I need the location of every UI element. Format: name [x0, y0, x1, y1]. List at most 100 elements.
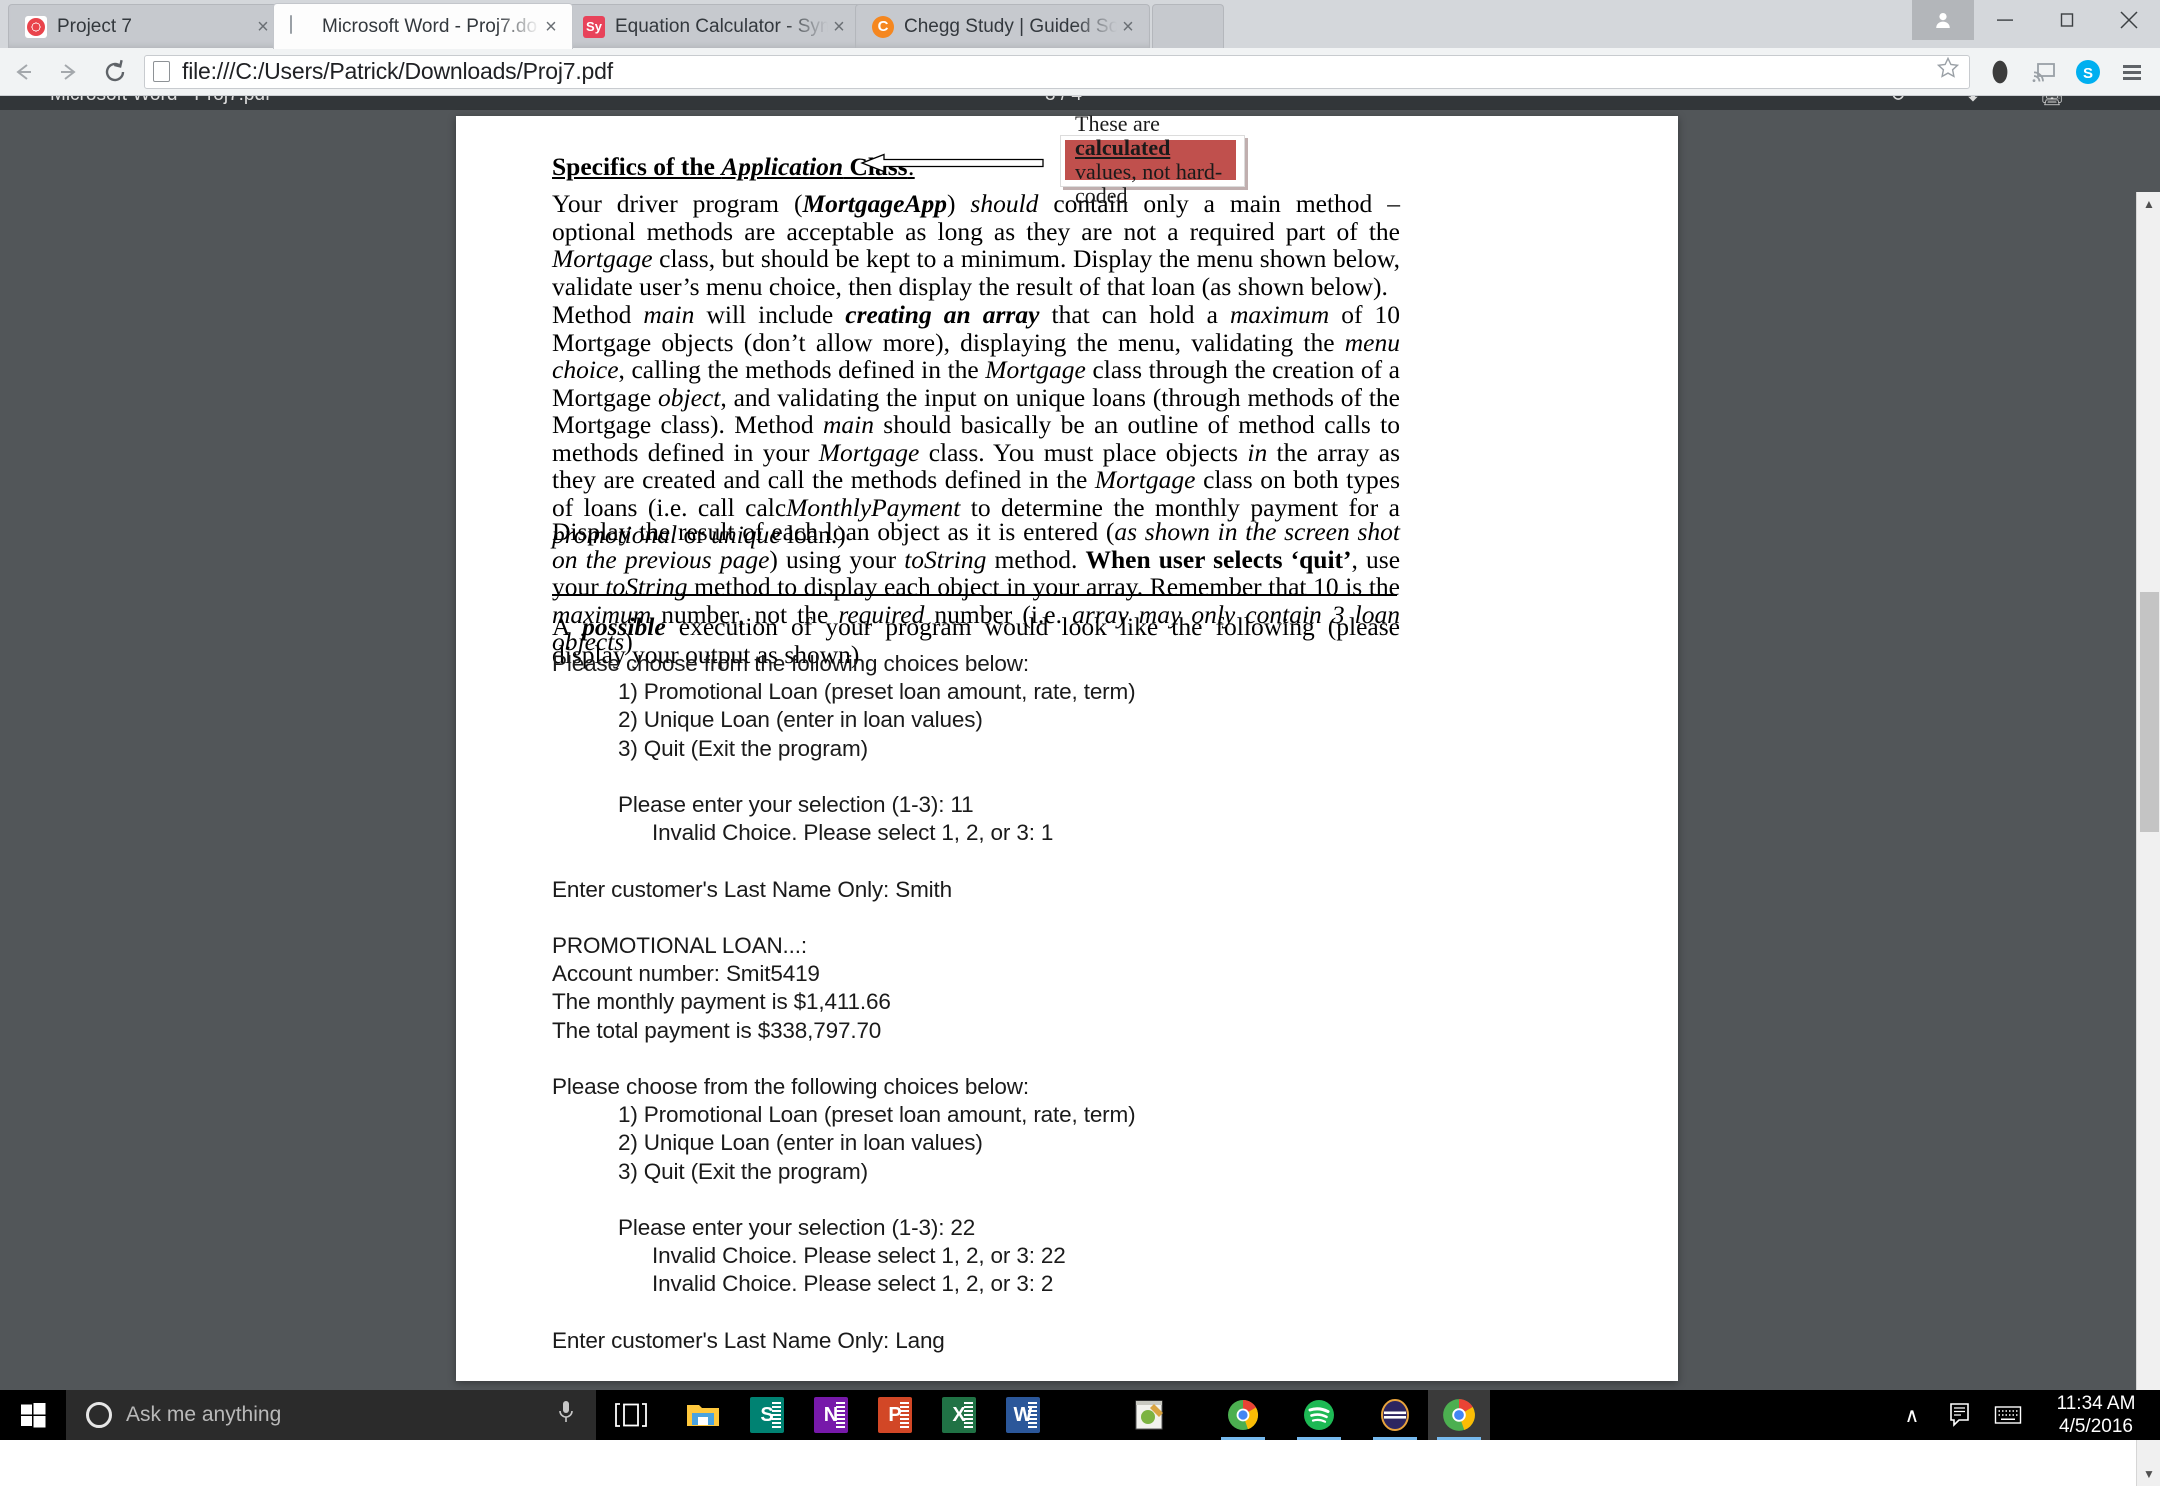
scroll-down-arrow[interactable]: ▼ — [2137, 1462, 2160, 1486]
taskbar-app-file-explorer[interactable] — [672, 1390, 734, 1440]
console-output-line: 1) Promotional Loan (preset loan amount,… — [618, 1102, 1136, 1128]
heading-part1: Specifics of the — [552, 152, 722, 181]
console-output-line: Please choose from the following choices… — [552, 1074, 1029, 1099]
console-output-line: Enter customer's Last Name Only: Smith — [552, 876, 952, 902]
clock[interactable]: 11:34 AM 4/5/2016 — [2032, 1390, 2160, 1440]
callout-text-pre: These are — [1075, 111, 1160, 136]
clock-time: 11:34 AM — [2056, 1393, 2136, 1414]
taskbar-app-onenote[interactable]: N — [800, 1390, 862, 1440]
taskbar-app-powerpoint[interactable]: P — [864, 1390, 926, 1440]
text-run: When user selects ‘quit’ — [1085, 544, 1352, 574]
text-run: method to display each object in your ar… — [687, 572, 1400, 601]
text-run: maximum — [1229, 300, 1330, 329]
maximize-button[interactable] — [2036, 0, 2098, 40]
url-text: file:///C:/Users/Patrick/Downloads/Proj7… — [182, 58, 613, 84]
task-view-icon[interactable] — [600, 1390, 662, 1440]
text-run: will include — [694, 300, 846, 329]
cast-icon[interactable] — [2022, 50, 2066, 94]
profile-icon[interactable] — [1912, 0, 1974, 40]
vertical-scrollbar[interactable]: ▲ ▼ — [2136, 192, 2160, 1486]
hamburger-menu-icon[interactable] — [2110, 50, 2154, 94]
keyboard-icon[interactable] — [1984, 1390, 2032, 1440]
text-run: , calling the methods defined in the — [618, 355, 986, 384]
console-output-line: PROMOTIONAL LOAN...: — [552, 933, 807, 958]
taskbar-app-chrome-2[interactable] — [1428, 1390, 1490, 1440]
taskbar-app-chrome-1[interactable] — [1212, 1390, 1274, 1440]
tab-close-button[interactable]: × — [828, 17, 850, 37]
text-run: Mortgage — [985, 355, 1086, 384]
forward-button[interactable] — [46, 49, 92, 95]
browser-tab-3[interactable]: C Chegg Study | Guided Sol × — [855, 4, 1150, 48]
text-run: Your driver program ( — [552, 189, 803, 218]
text-run: main — [643, 300, 695, 329]
show-hidden-icons-chevron[interactable]: ∧ — [1888, 1390, 1936, 1440]
text-run: A — [552, 612, 583, 641]
text-run: toString — [904, 544, 987, 574]
browser-toolbar: file:///C:/Users/Patrick/Downloads/Proj7… — [0, 48, 2160, 96]
taskbar-app-excel[interactable]: X — [928, 1390, 990, 1440]
callout-box: These are calculated values, not hard-co… — [1060, 112, 1245, 208]
reload-button[interactable] — [92, 49, 138, 95]
text-run: Mortgage — [818, 437, 920, 467]
doc-paragraph-2: Method main will include creating an arr… — [552, 301, 1400, 549]
rotate-icon[interactable]: ↻ — [1890, 96, 1906, 107]
tab-close-button[interactable]: × — [252, 17, 274, 37]
console-output-line: Invalid Choice. Please select 1, 2, or 3… — [652, 1243, 1066, 1269]
console-output-line: Please choose from the following choices… — [552, 651, 1029, 676]
scroll-up-arrow[interactable]: ▲ — [2137, 192, 2160, 216]
address-bar[interactable]: file:///C:/Users/Patrick/Downloads/Proj7… — [144, 54, 1970, 89]
svg-text:S: S — [2083, 65, 2093, 82]
console-output-line: The monthly payment is $1,411.66 — [552, 989, 891, 1015]
console-output-line: 3) Quit (Exit the program) — [618, 1158, 868, 1184]
tab-close-button[interactable]: × — [1117, 17, 1139, 37]
text-run: class. You must place objects — [919, 437, 1248, 467]
pdf-viewer: Microsoft Word - Proj7.pdf 3 / 4 ↻ ⬇ 🖨 S… — [0, 96, 2160, 1486]
clock-date: 4/5/2016 — [2059, 1416, 2133, 1437]
browser-tab-0[interactable]: Project 7 × — [8, 4, 285, 48]
minimize-button[interactable] — [1974, 0, 2036, 40]
callout-line-1: These are calculated — [1075, 112, 1236, 160]
text-run: Display the result of each loan object a… — [552, 517, 1115, 546]
text-run: ) — [946, 189, 971, 218]
close-button[interactable] — [2098, 0, 2160, 40]
print-icon[interactable]: 🖨 — [2040, 96, 2064, 108]
text-run: method. — [986, 544, 1086, 574]
adblock-icon[interactable] — [1978, 50, 2022, 94]
taskbar-app-media-player[interactable] — [1364, 1390, 1426, 1440]
bookmark-star-icon[interactable] — [1935, 55, 1961, 88]
text-run: Method — [552, 300, 644, 329]
skype-icon[interactable]: S — [2066, 50, 2110, 94]
text-run: Mortgage — [552, 244, 653, 273]
chegg-icon: C — [872, 15, 894, 38]
horizontal-rule — [552, 594, 1397, 596]
text-run: main — [822, 410, 874, 439]
windows-logo-icon[interactable] — [0, 1390, 66, 1440]
back-button[interactable] — [0, 49, 46, 95]
action-center-icon[interactable] — [1936, 1390, 1984, 1440]
console-output-line: 2) Unique Loan (enter in loan values) — [618, 707, 983, 733]
search-box[interactable]: Ask me anything — [66, 1390, 596, 1440]
tab-close-button[interactable]: × — [540, 17, 562, 37]
search-placeholder: Ask me anything — [126, 1403, 282, 1426]
cortana-ring-icon — [86, 1402, 112, 1428]
scrollbar-thumb[interactable] — [2140, 592, 2159, 832]
download-icon[interactable]: ⬇ — [1965, 96, 1981, 107]
text-run: object — [658, 382, 721, 412]
text-run: ) using your — [769, 544, 905, 574]
callout-text-emphasis: calculated — [1075, 135, 1171, 160]
taskbar-app-notepad[interactable] — [1118, 1390, 1180, 1440]
doc-paragraph-1: Your driver program (MortgageApp) should… — [552, 190, 1400, 300]
browser-tab-1[interactable]: Microsoft Word - Proj7.do × — [273, 3, 573, 49]
console-output-line: Enter customer's Last Name Only: Lang — [552, 1327, 945, 1353]
microphone-icon[interactable] — [546, 1399, 586, 1431]
taskbar-app-sway[interactable]: S — [736, 1390, 798, 1440]
browser-tab-2[interactable]: Sy Equation Calculator - Sym × — [566, 4, 861, 48]
chrome-browser-window: Project 7 × Microsoft Word - Proj7.do × … — [0, 0, 2160, 1486]
pdf-title: Microsoft Word - Proj7.pdf — [50, 96, 270, 106]
tab-strip-filler — [1152, 4, 1224, 48]
console-output-line: Account number: Smit5419 — [552, 961, 820, 987]
taskbar-app-spotify[interactable] — [1288, 1390, 1350, 1440]
pdf-page: Specifics of the Application Class: Your… — [456, 112, 1678, 1381]
canvas-icon — [25, 15, 47, 38]
taskbar-app-word[interactable]: W — [992, 1390, 1054, 1440]
